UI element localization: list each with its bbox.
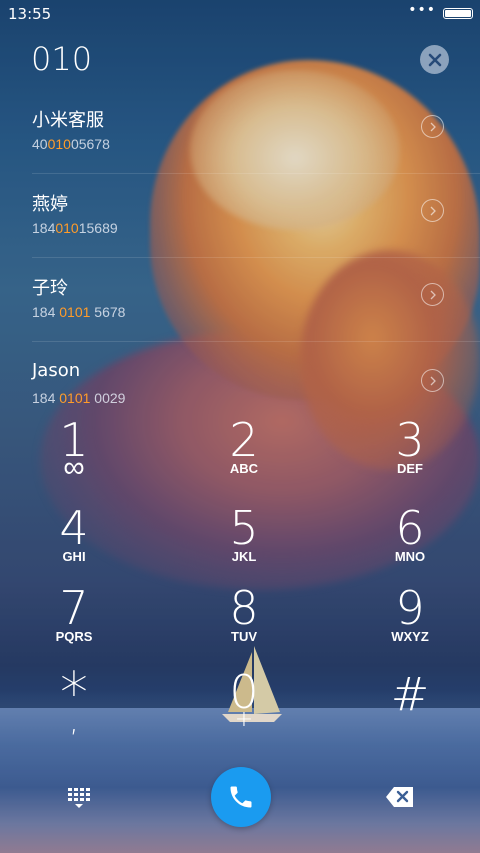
key-7[interactable]: 7 PQRS bbox=[14, 582, 134, 666]
key-sub: , bbox=[69, 704, 79, 739]
key-letters: DEF bbox=[397, 461, 423, 476]
key-letters: TUV bbox=[231, 629, 257, 644]
contact-name: 燕婷 bbox=[32, 194, 68, 215]
key-digit: 4 bbox=[59, 501, 89, 555]
dialed-number[interactable]: 010 bbox=[31, 40, 92, 78]
key-hash[interactable]: # bbox=[350, 668, 470, 752]
key-letters: ABC bbox=[229, 461, 259, 476]
divider bbox=[32, 173, 480, 174]
status-time: 13:55 bbox=[8, 5, 52, 23]
voicemail-icon: ∞ bbox=[63, 450, 85, 485]
chevron-right-icon bbox=[430, 290, 436, 299]
match-highlight: 010 bbox=[47, 136, 71, 152]
contact-number: 4001005678 bbox=[32, 136, 110, 152]
contact-name: Jason bbox=[32, 360, 81, 381]
key-digit: 2 bbox=[229, 413, 259, 467]
battery-full-icon bbox=[443, 8, 473, 19]
chevron-right-icon bbox=[430, 206, 436, 215]
key-sub: + bbox=[234, 707, 254, 732]
match-highlight: 010 bbox=[55, 220, 79, 236]
key-5[interactable]: 5 JKL bbox=[184, 502, 304, 586]
chevron-right-icon bbox=[430, 122, 436, 131]
key-9[interactable]: 9 WXYZ bbox=[350, 582, 470, 666]
contact-number: 184 0101 0029 bbox=[32, 390, 126, 406]
key-letters: PQRS bbox=[55, 629, 93, 644]
divider bbox=[32, 341, 480, 342]
key-digit: 9 bbox=[395, 581, 425, 635]
backspace-button[interactable] bbox=[385, 786, 415, 808]
key-1[interactable]: 1 ∞ bbox=[14, 414, 134, 498]
status-bar: 13:55 ••• bbox=[0, 0, 480, 28]
key-digit: 5 bbox=[229, 501, 259, 555]
contact-name: 小米客服 bbox=[32, 110, 104, 131]
contact-number: 184 0101 5678 bbox=[32, 304, 126, 320]
clear-button[interactable] bbox=[420, 45, 449, 74]
key-6[interactable]: 6 MNO bbox=[350, 502, 470, 586]
key-letters: GHI bbox=[62, 549, 86, 564]
key-star[interactable]: * , bbox=[14, 666, 134, 752]
contact-detail-button[interactable] bbox=[421, 369, 444, 392]
contact-detail-button[interactable] bbox=[421, 115, 444, 138]
contact-detail-button[interactable] bbox=[421, 199, 444, 222]
key-letters: WXYZ bbox=[391, 629, 429, 644]
close-icon bbox=[428, 53, 441, 66]
keypad-toggle-button[interactable] bbox=[66, 786, 92, 810]
notification-dots: ••• bbox=[408, 2, 436, 18]
chevron-right-icon bbox=[430, 376, 436, 385]
dialpad-icon bbox=[68, 788, 90, 808]
contact-row[interactable]: 小米客服 4001005678 bbox=[0, 106, 480, 186]
key-digit: 8 bbox=[229, 581, 259, 635]
contact-row[interactable]: 子玲 184 0101 5678 bbox=[0, 274, 480, 354]
key-digit: # bbox=[390, 667, 430, 721]
key-8[interactable]: 8 TUV bbox=[184, 582, 304, 666]
match-highlight: 0101 bbox=[59, 390, 91, 406]
contact-name: 子玲 bbox=[32, 278, 68, 299]
key-digit: 6 bbox=[395, 501, 425, 555]
key-2[interactable]: 2 ABC bbox=[184, 414, 304, 498]
contact-number: 18401015689 bbox=[32, 220, 118, 236]
key-0[interactable]: 0 + bbox=[184, 666, 304, 750]
contact-detail-button[interactable] bbox=[421, 283, 444, 306]
match-highlight: 0101 bbox=[59, 304, 91, 320]
key-3[interactable]: 3 DEF bbox=[350, 414, 470, 498]
call-button[interactable] bbox=[211, 767, 271, 827]
backspace-icon bbox=[386, 787, 413, 807]
key-letters: MNO bbox=[394, 549, 426, 564]
contact-row[interactable]: 燕婷 18401015689 bbox=[0, 190, 480, 270]
key-digit: 3 bbox=[395, 413, 425, 467]
key-4[interactable]: 4 GHI bbox=[14, 502, 134, 586]
key-digit: 7 bbox=[59, 581, 89, 635]
phone-icon bbox=[230, 786, 252, 808]
key-letters: JKL bbox=[231, 549, 257, 564]
divider bbox=[32, 257, 480, 258]
